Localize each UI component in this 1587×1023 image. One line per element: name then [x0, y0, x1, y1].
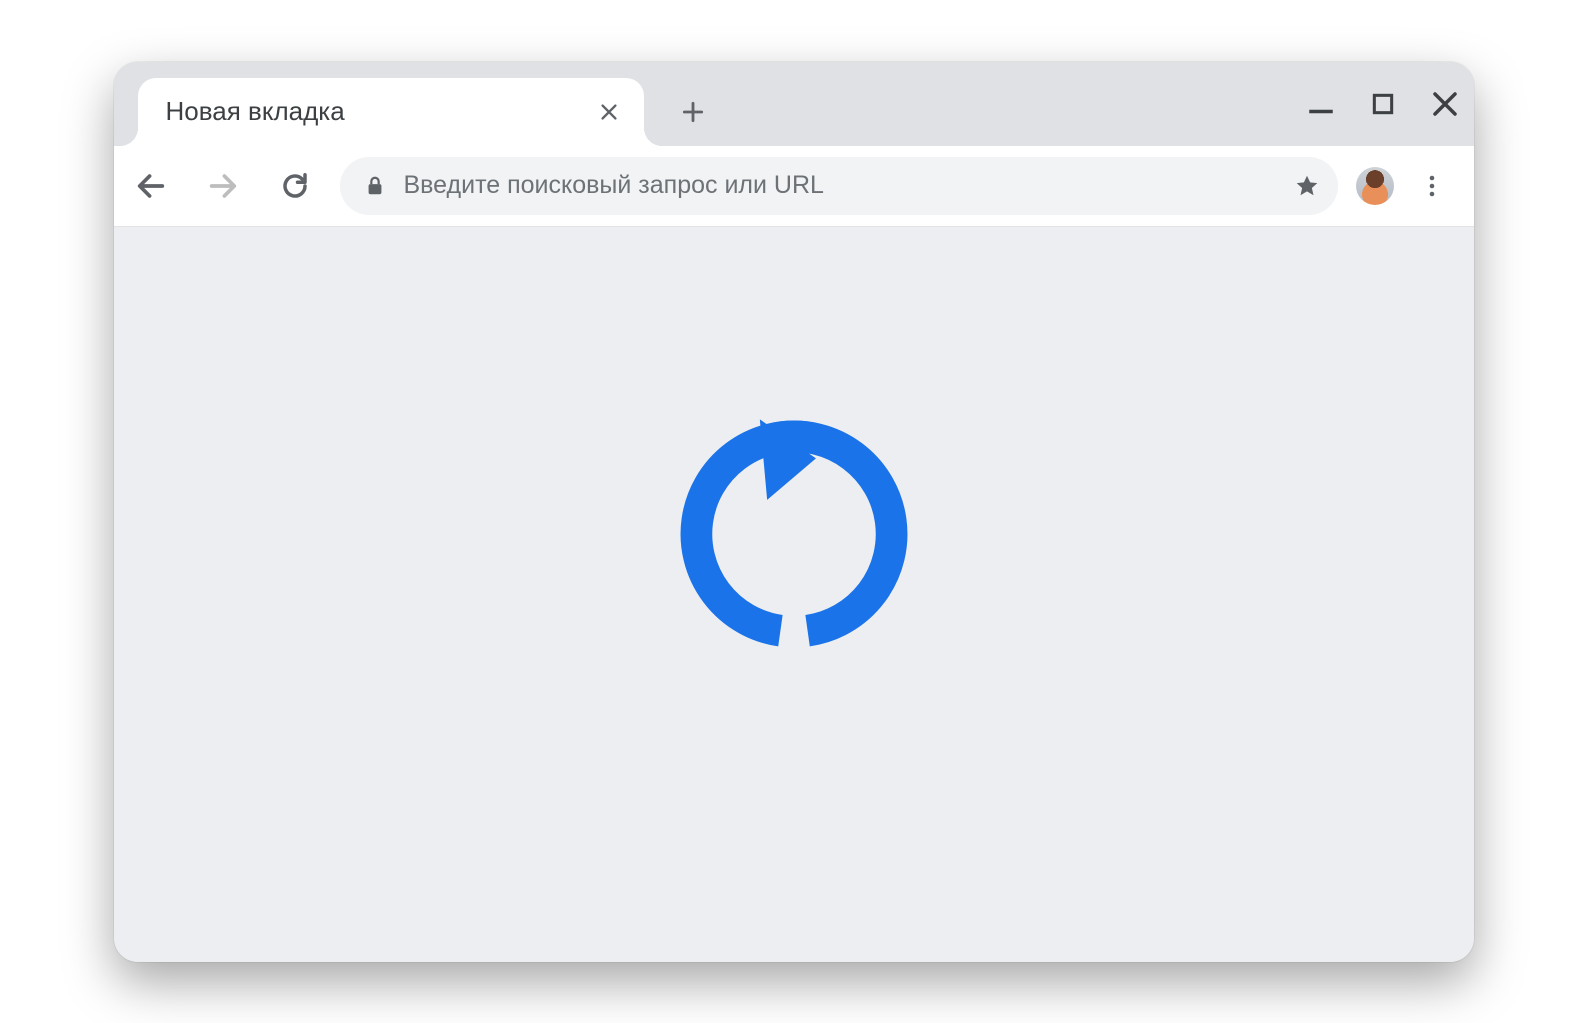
- address-bar[interactable]: Введите поисковый запрос или URL: [340, 157, 1338, 215]
- lock-icon: [364, 175, 386, 197]
- minimize-button[interactable]: [1306, 89, 1336, 119]
- loading-indicator: [672, 412, 916, 656]
- back-button[interactable]: [124, 159, 178, 213]
- reload-button[interactable]: [268, 159, 322, 213]
- close-tab-icon[interactable]: [598, 101, 620, 123]
- bookmark-star-icon[interactable]: [1294, 173, 1320, 199]
- window-controls: [1306, 62, 1460, 146]
- address-bar-placeholder: Введите поисковый запрос или URL: [404, 171, 1276, 200]
- browser-window: Новая вкладка: [114, 62, 1474, 962]
- loading-arrow-icon: [672, 412, 916, 656]
- tab-strip: Новая вкладка: [114, 62, 1474, 146]
- new-tab-button[interactable]: [680, 99, 706, 125]
- profile-avatar[interactable]: [1356, 167, 1394, 205]
- forward-button[interactable]: [196, 159, 250, 213]
- tab-title: Новая вкладка: [166, 96, 345, 127]
- page-content: [114, 227, 1474, 962]
- close-window-button[interactable]: [1430, 89, 1460, 119]
- maximize-button[interactable]: [1370, 91, 1396, 117]
- tab-new[interactable]: Новая вкладка: [138, 78, 644, 146]
- toolbar: Введите поисковый запрос или URL: [114, 146, 1474, 227]
- browser-menu-button[interactable]: [1412, 159, 1452, 213]
